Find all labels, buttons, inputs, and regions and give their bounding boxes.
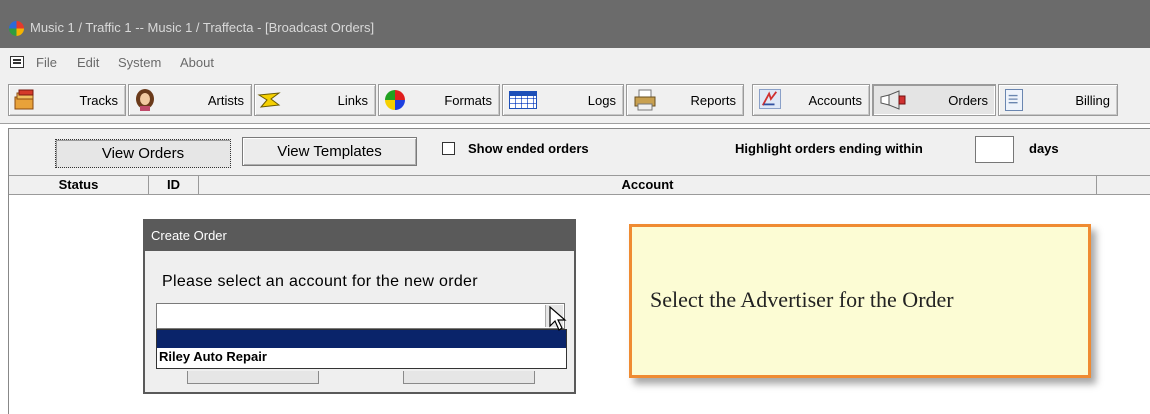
app-icon xyxy=(9,21,24,36)
toolbar-button-orders[interactable]: Orders xyxy=(872,84,996,116)
callout-text: Select the Advertiser for the Order xyxy=(650,287,954,312)
toolbar-label-logs: Logs xyxy=(587,93,616,108)
dialog-title: Create Order xyxy=(145,221,574,251)
show-ended-orders-checkbox[interactable] xyxy=(442,142,455,155)
dialog-prompt: Please select an account for the new ord… xyxy=(162,273,478,290)
column-header-status[interactable]: Status xyxy=(9,176,149,195)
show-ended-orders-label: Show ended orders xyxy=(468,141,589,156)
menu-file[interactable]: File xyxy=(36,55,57,70)
orders-control-bar: View Orders View Templates Show ended or… xyxy=(9,129,1150,175)
menu-system[interactable]: System xyxy=(118,55,161,70)
toolbar-button-accounts[interactable]: Accounts xyxy=(752,84,870,116)
highlight-days-input[interactable] xyxy=(975,136,1014,163)
menu-edit[interactable]: Edit xyxy=(77,55,99,70)
toolbar-label-billing: Billing xyxy=(1075,93,1110,108)
view-templates-button[interactable]: View Templates xyxy=(242,137,417,166)
dropdown-option-riley-auto-repair[interactable]: Riley Auto Repair xyxy=(159,349,267,364)
toolbar-label-accounts: Accounts xyxy=(808,93,862,108)
dialog-ok-button[interactable] xyxy=(187,371,319,384)
create-order-dialog: Create Order Please select an account fo… xyxy=(143,219,576,394)
toolbar-label-artists: Artists xyxy=(207,93,244,108)
column-header-id[interactable]: ID xyxy=(149,176,199,195)
logs-icon xyxy=(509,91,537,109)
toolbar-button-links[interactable]: Links xyxy=(254,84,376,116)
dialog-cancel-button[interactable] xyxy=(403,371,535,384)
dropdown-option-blank[interactable] xyxy=(157,330,566,348)
toolbar-label-tracks: Tracks xyxy=(79,93,118,108)
days-label: days xyxy=(1029,141,1059,156)
system-menu-icon[interactable] xyxy=(10,56,24,68)
mouse-cursor-icon xyxy=(549,306,567,331)
view-orders-button[interactable]: View Orders xyxy=(55,139,231,168)
toolbar-label-reports: Reports xyxy=(690,93,736,108)
orders-icon xyxy=(880,90,906,110)
toolbar-label-orders: Orders xyxy=(948,93,988,108)
billing-icon xyxy=(1005,89,1023,111)
window-title: Music 1 / Traffic 1 -- Music 1 / Traffec… xyxy=(30,20,375,35)
highlight-label: Highlight orders ending within xyxy=(735,141,923,156)
menu-bar: File Edit System About xyxy=(0,48,1150,76)
formats-icon xyxy=(385,90,405,110)
module-toolbar: Tracks Artists Links Formats Logs Report… xyxy=(0,76,1150,124)
title-bar: Music 1 / Traffic 1 -- Music 1 / Traffec… xyxy=(0,0,1150,48)
toolbar-button-tracks[interactable]: Tracks xyxy=(8,84,126,116)
toolbar-label-links: Links xyxy=(337,93,368,108)
artists-icon xyxy=(136,89,154,111)
toolbar-button-billing[interactable]: Billing xyxy=(998,84,1118,116)
toolbar-button-formats[interactable]: Formats xyxy=(378,84,500,116)
account-select[interactable] xyxy=(156,303,565,329)
toolbar-button-logs[interactable]: Logs xyxy=(502,84,624,116)
toolbar-button-artists[interactable]: Artists xyxy=(128,84,252,116)
reports-icon xyxy=(634,89,656,111)
instruction-callout: Select the Advertiser for the Order xyxy=(629,224,1091,378)
toolbar-button-reports[interactable]: Reports xyxy=(626,84,744,116)
menu-about[interactable]: About xyxy=(180,55,214,70)
links-icon xyxy=(257,92,281,108)
accounts-icon xyxy=(759,89,781,109)
orders-grid-header: Status ID Account xyxy=(9,175,1150,195)
toolbar-label-formats: Formats xyxy=(444,93,492,108)
tracks-icon xyxy=(14,89,34,110)
account-dropdown-list: Riley Auto Repair xyxy=(156,329,567,369)
column-header-account[interactable]: Account xyxy=(199,176,1097,195)
